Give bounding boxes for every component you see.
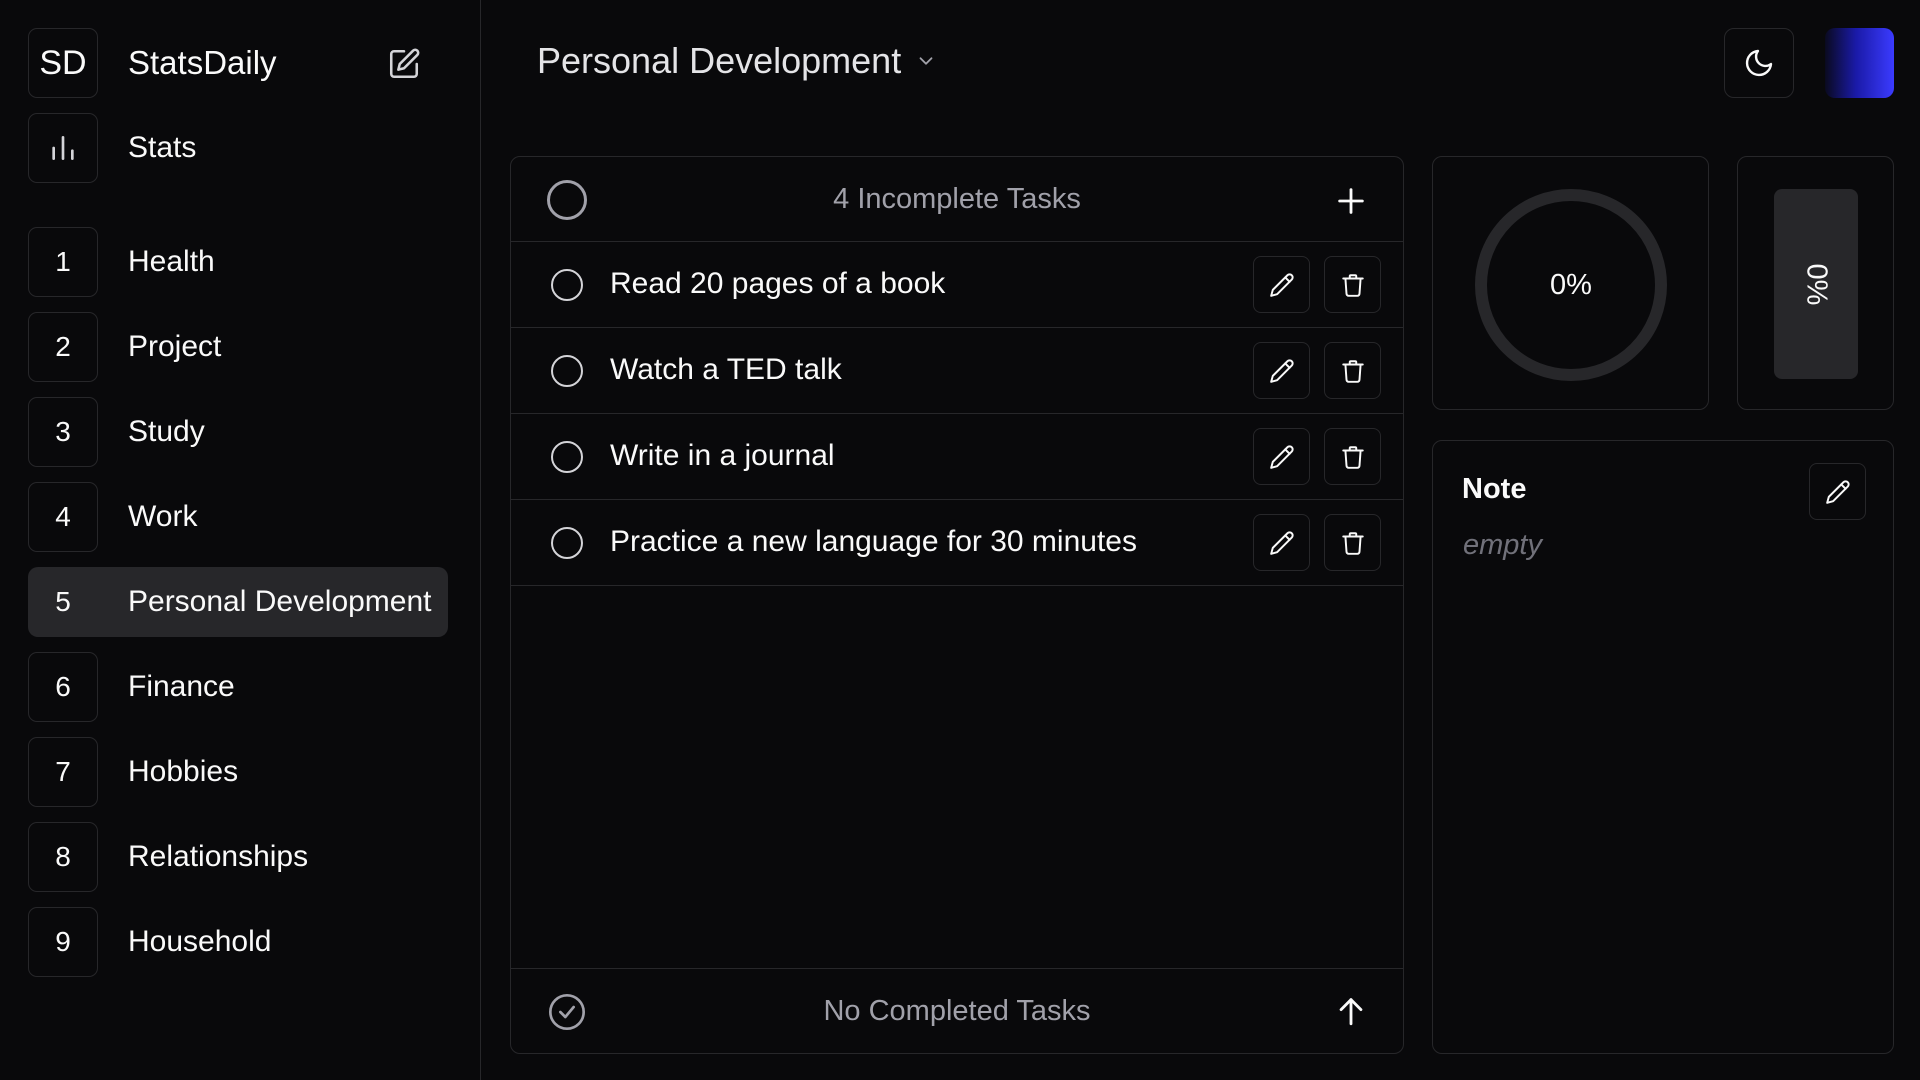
theme-toggle-button[interactable] bbox=[1724, 28, 1794, 98]
edit-task-button[interactable] bbox=[1253, 342, 1310, 399]
task-checkbox[interactable] bbox=[551, 441, 583, 473]
sidebar-item-number: 3 bbox=[28, 397, 98, 467]
task-text: Watch a TED talk bbox=[610, 353, 842, 386]
sidebar-item-project[interactable]: 2 Project bbox=[28, 312, 221, 382]
task-row: Practice a new language for 30 minutes bbox=[511, 500, 1403, 586]
sidebar-item-stats[interactable]: Stats bbox=[28, 113, 196, 183]
sidebar-item-number: 8 bbox=[28, 822, 98, 892]
page-title: Personal Development bbox=[537, 40, 902, 81]
sidebar-item-work[interactable]: 4 Work bbox=[28, 482, 197, 552]
plus-icon bbox=[1338, 188, 1364, 214]
chevron-down-icon bbox=[915, 50, 937, 72]
pencil-icon bbox=[1269, 358, 1294, 383]
task-checkbox[interactable] bbox=[551, 355, 583, 387]
sidebar-item-number: 7 bbox=[28, 737, 98, 807]
sidebar-item-label: Health bbox=[128, 245, 215, 278]
sidebar-item-label: Work bbox=[128, 500, 198, 533]
sidebar-item-study[interactable]: 3 Study bbox=[28, 397, 205, 467]
incomplete-tasks-header: 4 Incomplete Tasks bbox=[511, 157, 1403, 242]
sidebar-item-label: Finance bbox=[128, 670, 235, 703]
completed-tasks-label: No Completed Tasks bbox=[823, 995, 1091, 1027]
pencil-icon bbox=[1269, 444, 1294, 469]
sidebar-item-number: 9 bbox=[28, 907, 98, 977]
trash-icon bbox=[1341, 359, 1364, 383]
task-row: Write in a journal bbox=[511, 414, 1403, 500]
sidebar-item-number: 5 bbox=[55, 586, 71, 617]
sidebar-item-label: Hobbies bbox=[128, 755, 239, 788]
note-card: Note empty bbox=[1432, 440, 1894, 1054]
sidebar-item-number: 1 bbox=[28, 227, 98, 297]
sidebar-item-label: Study bbox=[128, 415, 205, 448]
stats-badge bbox=[28, 113, 98, 183]
edit-task-button[interactable] bbox=[1253, 256, 1310, 313]
task-text: Read 20 pages of a book bbox=[610, 267, 946, 300]
task-checkbox[interactable] bbox=[551, 269, 583, 301]
edit-task-button[interactable] bbox=[1253, 428, 1310, 485]
task-text: Practice a new language for 30 minutes bbox=[610, 525, 1137, 558]
sidebar-item-number: 4 bbox=[28, 482, 98, 552]
sidebar-item-label: Stats bbox=[128, 131, 197, 164]
app-name: StatsDaily bbox=[128, 44, 277, 81]
trash-icon bbox=[1341, 531, 1364, 555]
app-logo: SD bbox=[28, 28, 98, 98]
add-task-button[interactable] bbox=[1331, 181, 1371, 221]
compose-button[interactable] bbox=[384, 44, 424, 84]
sidebar-item-label: Relationships bbox=[128, 840, 309, 873]
pencil-icon bbox=[1269, 272, 1294, 297]
sidebar-item-personal-development[interactable]: 5 Personal Development bbox=[28, 567, 448, 637]
task-row: Read 20 pages of a book bbox=[511, 242, 1403, 328]
pencil-square-icon bbox=[389, 48, 420, 79]
delete-task-button[interactable] bbox=[1324, 256, 1381, 313]
progress-ring-label: 0% bbox=[1550, 268, 1592, 301]
tasks-panel: 4 Incomplete Tasks Read 20 pages of a bo… bbox=[510, 156, 1404, 1054]
edit-note-button[interactable] bbox=[1809, 463, 1866, 520]
sidebar-item-finance[interactable]: 6 Finance bbox=[28, 652, 235, 722]
arrow-up-icon bbox=[1339, 998, 1363, 1026]
sidebar-item-health[interactable]: 1 Health bbox=[28, 227, 215, 297]
brand[interactable]: SD StatsDaily bbox=[28, 28, 277, 98]
sidebar-item-hobbies[interactable]: 7 Hobbies bbox=[28, 737, 238, 807]
trash-icon bbox=[1341, 445, 1364, 469]
task-text: Write in a journal bbox=[610, 439, 835, 472]
expand-completed-button[interactable] bbox=[1331, 991, 1371, 1031]
completed-tasks-footer: No Completed Tasks bbox=[511, 968, 1403, 1053]
sidebar-item-number: 2 bbox=[28, 312, 98, 382]
task-checkbox[interactable] bbox=[551, 527, 583, 559]
progress-bar-label: 0% bbox=[1800, 263, 1833, 305]
edit-task-button[interactable] bbox=[1253, 514, 1310, 571]
pencil-icon bbox=[1825, 479, 1850, 504]
task-row: Watch a TED talk bbox=[511, 328, 1403, 414]
sidebar: SD StatsDaily Stats 1 Health 2 Project 3… bbox=[0, 0, 481, 1080]
delete-task-button[interactable] bbox=[1324, 342, 1381, 399]
delete-task-button[interactable] bbox=[1324, 514, 1381, 571]
note-body: empty bbox=[1463, 529, 1542, 561]
sidebar-item-label: Project bbox=[128, 330, 222, 363]
progress-bar: 0% bbox=[1774, 189, 1858, 379]
avatar[interactable] bbox=[1825, 28, 1894, 98]
sidebar-item-label: Personal Development bbox=[128, 585, 432, 618]
delete-task-button[interactable] bbox=[1324, 428, 1381, 485]
progress-ring-card: 0% bbox=[1432, 156, 1709, 410]
progress-bar-card: 0% bbox=[1737, 156, 1894, 410]
pencil-icon bbox=[1269, 530, 1294, 555]
sidebar-item-household[interactable]: 9 Household bbox=[28, 907, 271, 977]
trash-icon bbox=[1341, 273, 1364, 297]
sidebar-item-label: Household bbox=[128, 925, 272, 958]
bar-chart-icon bbox=[52, 136, 74, 160]
category-dropdown[interactable]: Personal Development bbox=[537, 40, 937, 82]
progress-ring: 0% bbox=[1473, 187, 1669, 383]
note-title: Note bbox=[1462, 473, 1527, 505]
moon-icon bbox=[1745, 49, 1773, 77]
incomplete-tasks-label: 4 Incomplete Tasks bbox=[833, 183, 1081, 215]
sidebar-item-relationships[interactable]: 8 Relationships bbox=[28, 822, 308, 892]
sidebar-item-number: 6 bbox=[28, 652, 98, 722]
app-root: SD StatsDaily Stats 1 Health 2 Project 3… bbox=[0, 0, 1920, 1080]
